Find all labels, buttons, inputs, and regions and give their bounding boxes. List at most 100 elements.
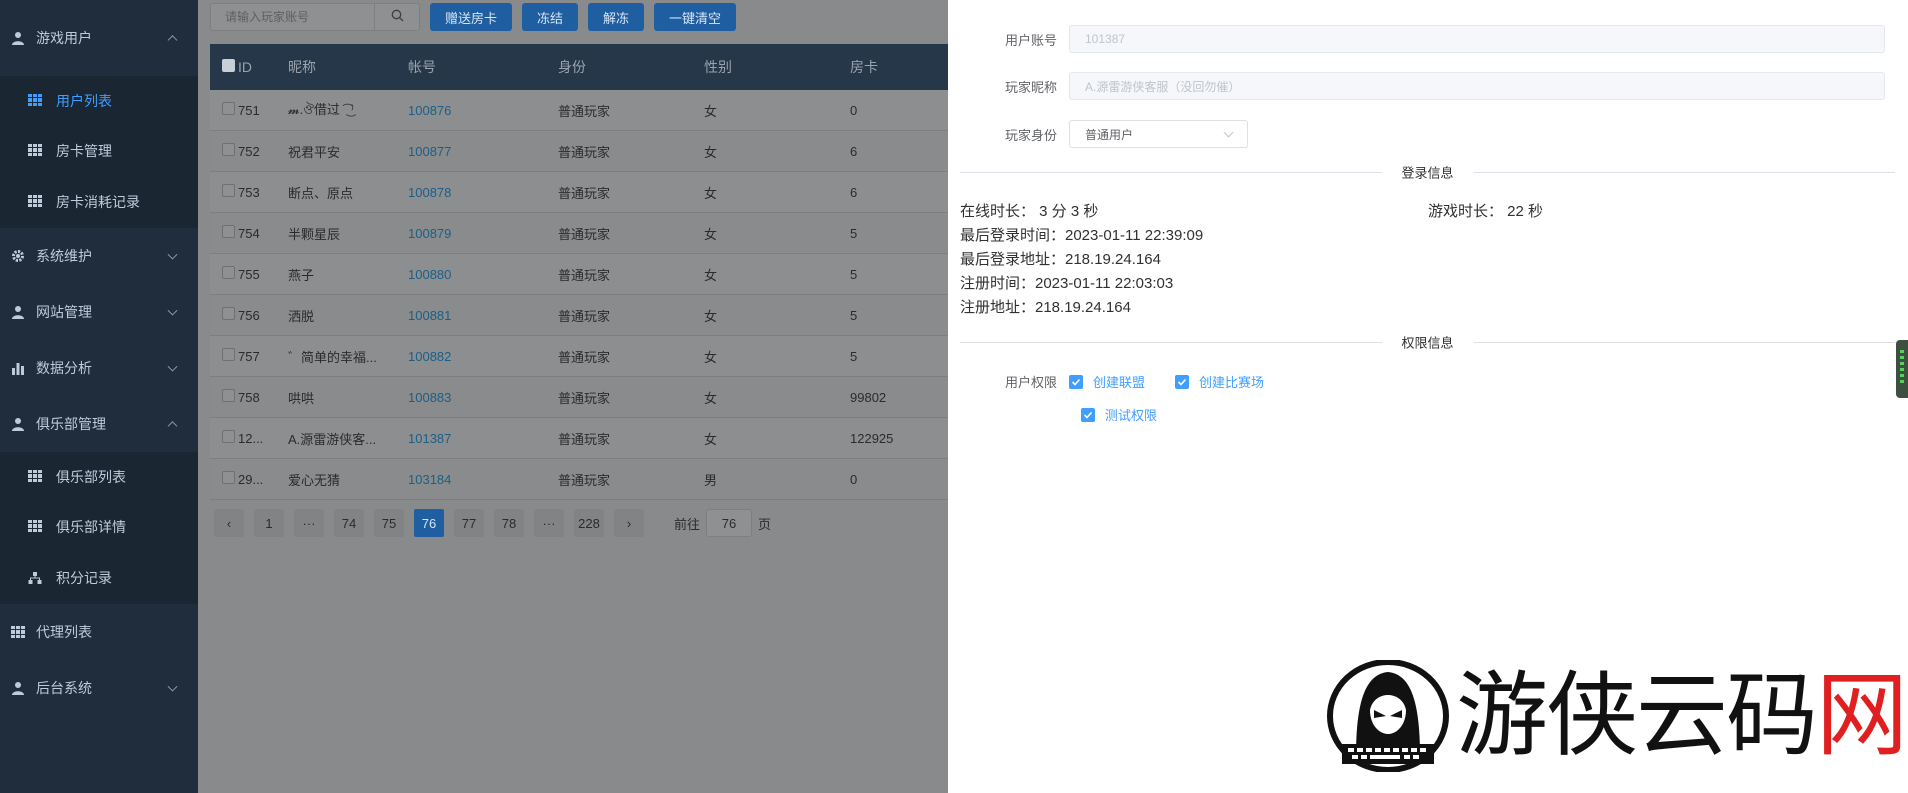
- row-checkbox[interactable]: [222, 266, 235, 279]
- perm-create-match-checkbox[interactable]: 创建比赛场: [1175, 372, 1264, 391]
- role-select[interactable]: 普通用户: [1069, 120, 1248, 148]
- perm-test-checkbox[interactable]: 测试权限: [1081, 405, 1157, 424]
- table-row[interactable]: 752 祝君平安 100877 普通玩家 女 6: [210, 131, 948, 172]
- table-row[interactable]: 753 断点、原点 100878 普通玩家 女 6: [210, 172, 948, 213]
- cell-id: 752: [238, 143, 260, 159]
- select-all-checkbox[interactable]: [222, 59, 235, 72]
- gift-card-button[interactable]: 赠送房卡: [430, 3, 513, 31]
- cell-card: 122925: [850, 430, 894, 446]
- login-info-divider: 登录信息: [960, 162, 1895, 182]
- cell-account-link[interactable]: 101387: [408, 431, 558, 446]
- page-button[interactable]: 1: [254, 509, 284, 537]
- table-row[interactable]: 12... A.源雷游侠客... 101387 普通玩家 女 122925: [210, 418, 948, 459]
- prev-page-button[interactable]: ‹: [214, 509, 244, 537]
- menu-label: 数据分析: [36, 360, 92, 376]
- page-button[interactable]: 75: [374, 509, 404, 537]
- row-checkbox[interactable]: [222, 389, 235, 402]
- table-row[interactable]: 29... 爱心无猜 103184 普通玩家 男 0: [210, 459, 948, 500]
- chevron-down-icon: [167, 305, 178, 316]
- cell-account-link[interactable]: 100880: [408, 267, 558, 282]
- cell-account-link[interactable]: 103184: [408, 472, 558, 487]
- goto-suffix: 页: [758, 516, 772, 532]
- sidebar-item-club-detail[interactable]: 俱乐部详情: [0, 502, 198, 552]
- page-button[interactable]: 77: [454, 509, 484, 537]
- unfreeze-button[interactable]: 解冻: [588, 3, 645, 31]
- cell-account-link[interactable]: 100879: [408, 226, 558, 241]
- user-icon: [10, 30, 26, 46]
- permission-label: 用户权限: [1004, 375, 1057, 390]
- sidebar-item-room-card[interactable]: 房卡管理: [0, 126, 198, 176]
- cell-role: 普通玩家: [558, 390, 611, 406]
- row-checkbox[interactable]: [222, 430, 235, 443]
- cell-account-link[interactable]: 100876: [408, 103, 558, 118]
- cell-nick: 燕子: [288, 267, 315, 283]
- cell-role: 普通玩家: [558, 103, 611, 119]
- cell-sex: 女: [704, 349, 718, 365]
- page-button[interactable]: 78: [494, 509, 524, 537]
- cell-card: 99802: [850, 389, 887, 405]
- goto-page-input[interactable]: 76: [706, 509, 753, 537]
- table-row[interactable]: 758 哄哄 100883 普通玩家 女 99802: [210, 377, 948, 418]
- bar-chart-icon: [10, 360, 26, 376]
- table-row[interactable]: 755 燕子 100880 普通玩家 女 5: [210, 254, 948, 295]
- row-checkbox[interactable]: [222, 184, 235, 197]
- sidebar-item-user-list[interactable]: 用户列表: [0, 76, 198, 126]
- page-ellipsis[interactable]: ···: [534, 509, 564, 537]
- page-button[interactable]: 228: [574, 509, 604, 537]
- nick-input[interactable]: A.源雷游侠客服（没回勿催）: [1069, 72, 1885, 100]
- menu-club[interactable]: 俱乐部管理: [0, 396, 198, 452]
- side-handle[interactable]: [1896, 340, 1908, 398]
- cell-account-link[interactable]: 100878: [408, 185, 558, 200]
- cell-account-link[interactable]: 100881: [408, 308, 558, 323]
- cell-account-link[interactable]: 100883: [408, 390, 558, 405]
- menu-system[interactable]: 系统维护: [0, 228, 198, 284]
- menu-website[interactable]: 网站管理: [0, 284, 198, 340]
- cell-sex: 女: [704, 144, 718, 160]
- sidebar-item-points-log[interactable]: 积分记录: [0, 552, 198, 604]
- cell-id: 754: [238, 225, 260, 241]
- table-row[interactable]: 757 ゛简单的幸福... 100882 普通玩家 女 5: [210, 336, 948, 377]
- cell-nick: 洒脱: [288, 308, 315, 324]
- gear-icon: [10, 248, 26, 264]
- page-ellipsis[interactable]: ···: [294, 509, 324, 537]
- row-checkbox[interactable]: [222, 225, 235, 238]
- menu-game-users[interactable]: 游戏用户: [0, 0, 198, 76]
- table-row[interactable]: 754 半颗星辰 100879 普通玩家 女 5: [210, 213, 948, 254]
- cell-nick: 断点、原点: [288, 185, 354, 201]
- menu-label: 系统维护: [36, 248, 92, 264]
- account-input[interactable]: 101387: [1069, 25, 1885, 53]
- menu-label: 俱乐部管理: [36, 416, 106, 432]
- cell-account-link[interactable]: 100877: [408, 144, 558, 159]
- search-input[interactable]: 请输入玩家账号: [210, 3, 375, 31]
- sidebar-item-label: 用户列表: [56, 93, 112, 109]
- cell-account-link[interactable]: 100882: [408, 349, 558, 364]
- check-icon: [1081, 407, 1095, 422]
- menu-agent-list[interactable]: 代理列表: [0, 604, 198, 660]
- row-checkbox[interactable]: [222, 471, 235, 484]
- page-button[interactable]: 74: [334, 509, 364, 537]
- col-role: 身份: [558, 59, 586, 75]
- menu-analytics[interactable]: 数据分析: [0, 340, 198, 396]
- freeze-button[interactable]: 冻结: [522, 3, 579, 31]
- col-account: 帐号: [408, 59, 436, 75]
- nick-label: 玩家昵称: [1004, 79, 1057, 95]
- chevron-down-icon: [1223, 127, 1234, 137]
- perm-label: 测试权限: [1105, 408, 1158, 423]
- clear-all-button[interactable]: 一键清空: [654, 3, 737, 31]
- chevron-down-icon: [167, 249, 178, 260]
- search-button[interactable]: [375, 3, 420, 31]
- next-page-button[interactable]: ›: [614, 509, 644, 537]
- row-checkbox[interactable]: [222, 102, 235, 115]
- menu-backend[interactable]: 后台系统: [0, 660, 198, 716]
- sidebar-item-club-list[interactable]: 俱乐部列表: [0, 452, 198, 502]
- perm-create-alliance-checkbox[interactable]: 创建联盟: [1069, 372, 1145, 391]
- row-checkbox[interactable]: [222, 143, 235, 156]
- table-row[interactable]: 751 𝓶.ঔ借过 ͡ ͜ ⁾ 100876 普通玩家 女 0: [210, 90, 948, 131]
- page-button-active[interactable]: 76: [414, 509, 444, 537]
- table-row[interactable]: 756 洒脱 100881 普通玩家 女 5: [210, 295, 948, 336]
- row-checkbox[interactable]: [222, 307, 235, 320]
- sidebar-item-room-card-log[interactable]: 房卡消耗记录: [0, 176, 198, 228]
- cell-sex: 女: [704, 390, 718, 406]
- row-checkbox[interactable]: [222, 348, 235, 361]
- perm-label: 创建联盟: [1093, 375, 1146, 390]
